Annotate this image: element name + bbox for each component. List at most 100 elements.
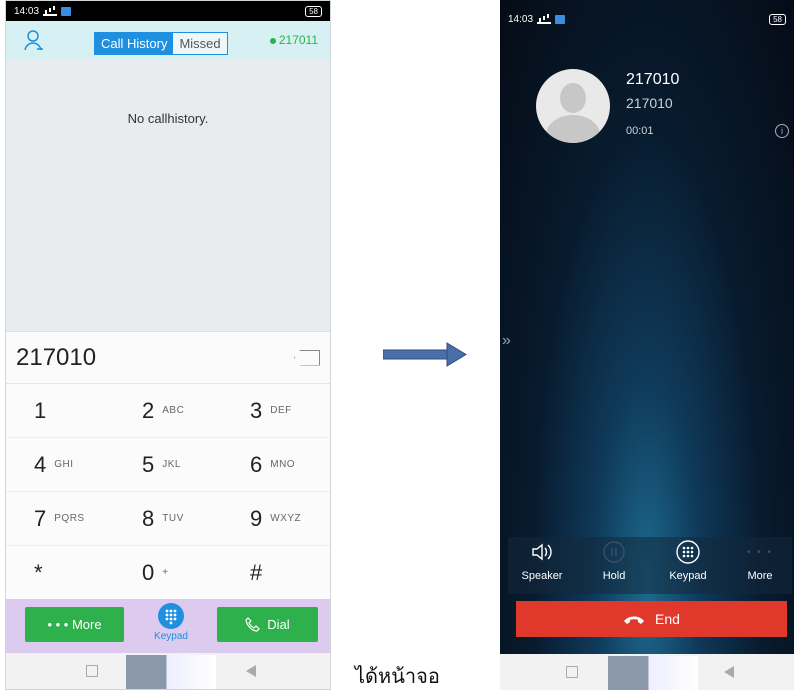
- battery-indicator: 58: [769, 13, 786, 25]
- recents-icon[interactable]: [566, 666, 578, 678]
- account-number: 217011: [278, 33, 318, 47]
- in-call-screen: 14:03 58 217010 217010 00:01 i » Speaker…: [500, 0, 794, 690]
- account-status[interactable]: 217011: [269, 33, 318, 47]
- key-letters: PQRS: [54, 513, 85, 524]
- battery-indicator: 58: [305, 5, 322, 17]
- key-7[interactable]: 7 PQRS: [6, 492, 114, 546]
- speaker-icon: [512, 537, 572, 567]
- signal-icon: [43, 7, 58, 16]
- key-star[interactable]: *: [6, 546, 114, 600]
- key-9[interactable]: 9 WXYZ: [222, 492, 330, 546]
- key-digit: *: [34, 559, 43, 585]
- system-nav-bar: [500, 654, 794, 690]
- key-letters: WXYZ: [270, 513, 302, 524]
- nav-thumbnail: [126, 655, 216, 689]
- dial-input[interactable]: 217010: [6, 332, 330, 384]
- more-label: More: [747, 570, 773, 582]
- more-dots-icon: • • •: [47, 617, 72, 632]
- call-controls: Speaker Hold Keypad • • • More: [508, 537, 792, 594]
- key-hash[interactable]: #: [222, 546, 330, 600]
- status-time: 14:03: [14, 5, 40, 17]
- back-icon[interactable]: [246, 665, 256, 677]
- system-nav-bar: [6, 653, 330, 689]
- keypad-label: Keypad: [669, 570, 707, 582]
- dialer-screen: 14:03 58 Call History Missed 217011 No c…: [5, 0, 331, 690]
- avatar: [536, 69, 610, 143]
- app-notification-icon: [61, 6, 72, 16]
- key-letters: TUV: [162, 513, 184, 524]
- dialed-number: 217010: [16, 343, 97, 371]
- key-digit: 7: [34, 505, 47, 531]
- status-bar: 14:03 58: [500, 0, 794, 30]
- dial-button[interactable]: Dial: [217, 607, 318, 642]
- key-letters: GHI: [54, 459, 74, 470]
- key-digit: 0: [142, 559, 155, 585]
- online-dot-icon: [269, 37, 276, 44]
- key-4[interactable]: 4 GHI: [6, 438, 114, 492]
- backspace-icon[interactable]: [294, 349, 320, 366]
- speaker-label: Speaker: [521, 570, 563, 582]
- keypad-label: Keypad: [154, 631, 188, 642]
- key-1[interactable]: 1: [6, 384, 114, 438]
- back-icon[interactable]: [724, 666, 734, 678]
- key-letters: +: [162, 567, 169, 578]
- status-time: 14:03: [508, 13, 534, 25]
- key-letters: ABC: [162, 405, 185, 416]
- status-bar: 14:03 58: [6, 1, 330, 21]
- caller-name: 217010: [626, 71, 680, 88]
- signal-icon: [537, 15, 552, 24]
- end-call-button[interactable]: End: [516, 601, 787, 637]
- key-digit: 4: [34, 451, 47, 477]
- phone-icon: [245, 616, 261, 632]
- key-digit: 9: [250, 505, 263, 531]
- keypad-toggle-button[interactable]: Keypad: [151, 603, 191, 642]
- key-5[interactable]: 5 JKL: [114, 438, 222, 492]
- action-bar: • • • More Keypad Dial: [6, 599, 330, 653]
- key-letters: JKL: [162, 459, 181, 470]
- contacts-icon[interactable]: [22, 28, 46, 52]
- arrow-right-icon: [383, 342, 467, 367]
- nav-thumbnail: [608, 656, 698, 690]
- key-letters: MNO: [270, 459, 296, 470]
- more-button[interactable]: • • • More: [730, 537, 790, 583]
- more-label: More: [71, 617, 102, 632]
- key-8[interactable]: 8 TUV: [114, 492, 222, 546]
- key-digit: 1: [34, 397, 47, 423]
- history-tabs: Call History Missed: [94, 32, 228, 55]
- key-3[interactable]: 3 DEF: [222, 384, 330, 438]
- key-digit: #: [250, 559, 263, 585]
- key-2[interactable]: 2 ABC: [114, 384, 222, 438]
- call-duration: 00:01: [626, 125, 654, 137]
- recents-icon[interactable]: [86, 665, 98, 677]
- tab-missed[interactable]: Missed: [173, 33, 227, 54]
- pause-icon: [584, 537, 644, 567]
- more-button[interactable]: • • • More: [25, 607, 124, 642]
- end-label: End: [655, 611, 680, 627]
- dial-label: Dial: [267, 617, 290, 632]
- keypad-grid: 1 2 ABC 3 DEF 4 GHI 5 JKL 6 MNO 7 PQRS 8 TUV 9W…: [6, 384, 330, 600]
- keypad-icon: [658, 537, 718, 567]
- key-letters: DEF: [270, 405, 292, 416]
- top-bar: Call History Missed 217011: [6, 21, 330, 59]
- caption-text: ได้หน้าจอ: [355, 664, 440, 688]
- keypad-button[interactable]: Keypad: [658, 537, 718, 582]
- expand-chevron-icon[interactable]: »: [502, 332, 511, 350]
- call-history-list: No callhistory.: [6, 59, 330, 331]
- app-notification-icon: [555, 14, 566, 24]
- speaker-button[interactable]: Speaker: [512, 537, 572, 582]
- keypad-icon: [158, 603, 184, 629]
- hold-label: Hold: [602, 570, 626, 582]
- key-0[interactable]: 0 +: [114, 546, 222, 600]
- key-digit: 8: [142, 505, 155, 531]
- hold-button[interactable]: Hold: [584, 537, 644, 582]
- tab-call-history[interactable]: Call History: [95, 33, 174, 54]
- key-digit: 2: [142, 397, 155, 423]
- key-digit: 6: [250, 451, 263, 477]
- dialpad: 217010 1 2 ABC 3 DEF 4 GHI 5 JKL 6 MNO 7 PQRS …: [6, 331, 330, 600]
- empty-history-text: No callhistory.: [127, 111, 209, 126]
- more-dots-icon: • • •: [746, 546, 774, 558]
- info-icon[interactable]: i: [775, 124, 789, 138]
- key-6[interactable]: 6 MNO: [222, 438, 330, 492]
- key-digit: 3: [250, 397, 263, 423]
- key-digit: 5: [142, 451, 155, 477]
